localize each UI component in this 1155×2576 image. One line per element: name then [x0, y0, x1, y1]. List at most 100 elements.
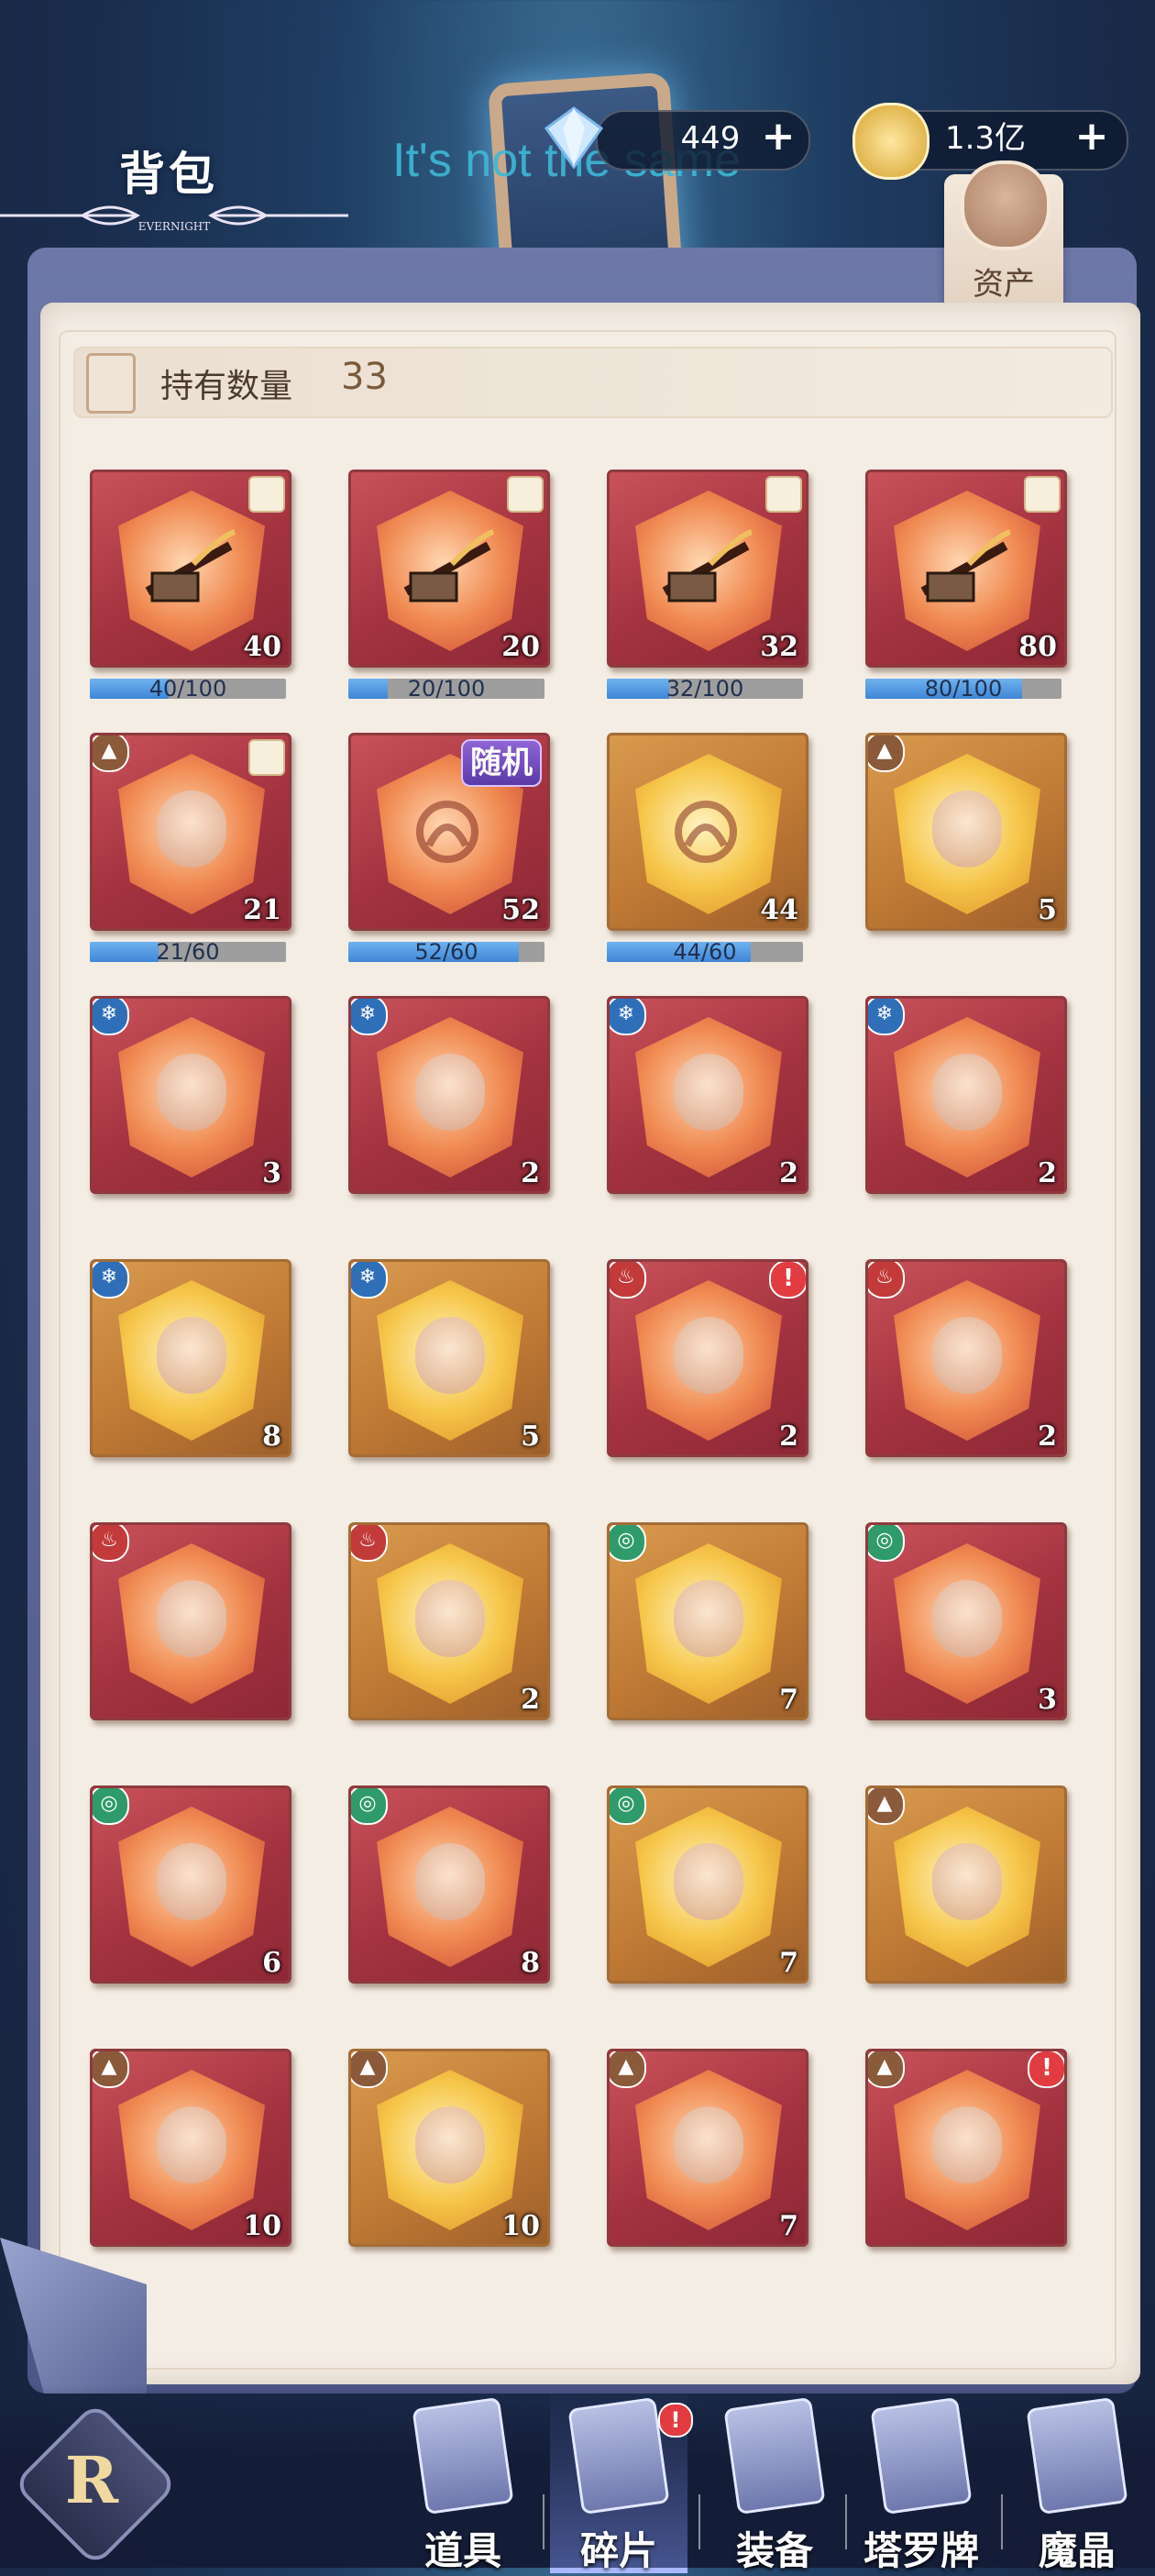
- fragment-card[interactable]: ❄ 2: [607, 996, 808, 1194]
- fragment-card[interactable]: ▲: [865, 1786, 1067, 1984]
- earth-element-icon: ▲: [93, 2051, 129, 2088]
- earth-element-icon: ▲: [868, 2051, 905, 2088]
- fragment-card[interactable]: ❄ 5: [348, 1259, 550, 1457]
- hero-portrait: [415, 1580, 485, 1657]
- fragment-quantity: 2: [1038, 1157, 1057, 1189]
- wind-element-icon: ◎: [351, 1788, 388, 1825]
- fragment-quantity: 6: [262, 1947, 281, 1979]
- fragment-card[interactable]: ❄ 8: [90, 1259, 292, 1457]
- fragment-card[interactable]: ▲ 10: [348, 2049, 550, 2247]
- nav-divider: [698, 2494, 700, 2549]
- fragment-card[interactable]: ❄ 3: [90, 996, 292, 1194]
- tab-items[interactable]: 道具: [394, 2384, 532, 2573]
- fragment-quantity: 3: [1038, 1684, 1057, 1716]
- fragment-quantity: 10: [501, 2210, 540, 2242]
- fragment-card[interactable]: 40: [90, 470, 292, 668]
- fragment-card[interactable]: 20: [348, 470, 550, 668]
- puzzle-piece-icon: [248, 476, 285, 513]
- fragment-progress-bar: 20/100: [348, 679, 544, 699]
- hero-portrait: [674, 1580, 743, 1657]
- fragment-card[interactable]: ◎ 3: [865, 1522, 1067, 1720]
- hero-portrait: [932, 1054, 1002, 1131]
- tarot-icon: [870, 2396, 973, 2515]
- puzzle-piece-icon: [248, 739, 285, 776]
- fragment-quantity: 5: [521, 1421, 540, 1453]
- fragment-card[interactable]: 44: [607, 733, 808, 931]
- hero-portrait: [932, 1317, 1002, 1394]
- nav-divider: [1001, 2494, 1003, 2549]
- tab-equipment[interactable]: 装备: [706, 2384, 843, 2573]
- ice-element-icon: ❄: [93, 999, 129, 1035]
- fragment-quantity: 5: [1038, 894, 1057, 926]
- mystery-emblem-icon: [397, 790, 498, 873]
- fragment-quantity: 80: [1018, 631, 1057, 663]
- fragment-card[interactable]: ❄ 2: [865, 996, 1067, 1194]
- fragment-card[interactable]: ▲ 7: [607, 2049, 808, 2247]
- hero-portrait: [415, 1843, 485, 1920]
- fragment-quantity: 21: [243, 894, 281, 926]
- hero-portrait: [157, 1317, 226, 1394]
- fragment-card[interactable]: ◎ 8: [348, 1786, 550, 1984]
- hero-portrait: [674, 2106, 743, 2184]
- fragment-card[interactable]: ❄ 2: [348, 996, 550, 1194]
- earth-element-icon: ▲: [351, 2051, 388, 2088]
- fragment-card[interactable]: ◎ 7: [607, 1522, 808, 1720]
- hero-portrait: [932, 1843, 1002, 1920]
- fragment-quantity: 10: [243, 2210, 281, 2242]
- tab-magic-crystal[interactable]: 魔晶: [1008, 2384, 1146, 2573]
- gold-value: 1.3亿: [944, 120, 1027, 157]
- fragment-card[interactable]: ◎ 6: [90, 1786, 292, 1984]
- fragment-card[interactable]: ▲ 21: [90, 733, 292, 931]
- fragment-quantity: 8: [262, 1421, 281, 1453]
- items-icon: [412, 2396, 514, 2515]
- fragment-quantity: 52: [501, 894, 540, 926]
- add-diamond-button[interactable]: +: [755, 116, 801, 161]
- equipment-icon: [723, 2396, 826, 2515]
- fragment-card[interactable]: 32: [607, 470, 808, 668]
- fragment-card[interactable]: 随机 52: [348, 733, 550, 931]
- card-icon: [86, 353, 136, 414]
- fragment-quantity: 2: [521, 1684, 540, 1716]
- earth-element-icon: ▲: [868, 1788, 905, 1825]
- progress-text: 80/100: [924, 679, 1003, 699]
- hero-portrait: [415, 1317, 485, 1394]
- spear-icon: [914, 527, 1015, 610]
- ice-element-icon: ❄: [351, 999, 388, 1035]
- fragment-card[interactable]: ♨: [90, 1522, 292, 1720]
- progress-text: 20/100: [407, 679, 486, 699]
- fragment-card[interactable]: 80: [865, 470, 1067, 668]
- fragments-icon: [567, 2396, 670, 2515]
- asset-tab-label: 资产: [973, 266, 1035, 303]
- home-logo-icon: R: [64, 2442, 119, 2518]
- tab-tarot[interactable]: 塔罗牌: [852, 2384, 990, 2573]
- hero-portrait: [157, 1580, 226, 1657]
- fragment-quantity: 2: [779, 1157, 798, 1189]
- fragment-card[interactable]: ♨! 2: [607, 1259, 808, 1457]
- fragment-card[interactable]: ♨ 2: [348, 1522, 550, 1720]
- progress-text: 32/100: [666, 679, 744, 699]
- fragment-progress-bar: 32/100: [607, 679, 803, 699]
- wind-element-icon: ◎: [610, 1788, 646, 1825]
- fragment-card[interactable]: ▲ 10: [90, 2049, 292, 2247]
- fragment-progress-bar: 80/100: [865, 679, 1062, 699]
- progress-text: 21/60: [156, 942, 220, 962]
- earth-element-icon: ▲: [610, 2051, 646, 2088]
- fragment-card[interactable]: ♨ 2: [865, 1259, 1067, 1457]
- fragment-card[interactable]: ▲!: [865, 2049, 1067, 2247]
- hero-portrait: [415, 1054, 485, 1131]
- fragment-quantity: 2: [779, 1421, 798, 1453]
- fragment-quantity: 8: [521, 1947, 540, 1979]
- fragment-card[interactable]: ▲ 5: [865, 733, 1067, 931]
- fragment-card[interactable]: ◎ 7: [607, 1786, 808, 1984]
- earth-element-icon: ▲: [868, 735, 905, 772]
- fragment-quantity: 7: [779, 1684, 798, 1716]
- fragment-quantity: 3: [262, 1157, 281, 1189]
- magic-crystal-icon: [1026, 2396, 1128, 2515]
- title-deco-text: EVERNIGHT: [138, 220, 211, 233]
- hero-portrait: [674, 1843, 743, 1920]
- ice-element-icon: ❄: [351, 1262, 388, 1299]
- add-gold-button[interactable]: +: [1069, 116, 1115, 161]
- hero-portrait: [674, 1054, 743, 1131]
- fragment-quantity: 2: [1038, 1421, 1057, 1453]
- hero-portrait: [932, 2106, 1002, 2184]
